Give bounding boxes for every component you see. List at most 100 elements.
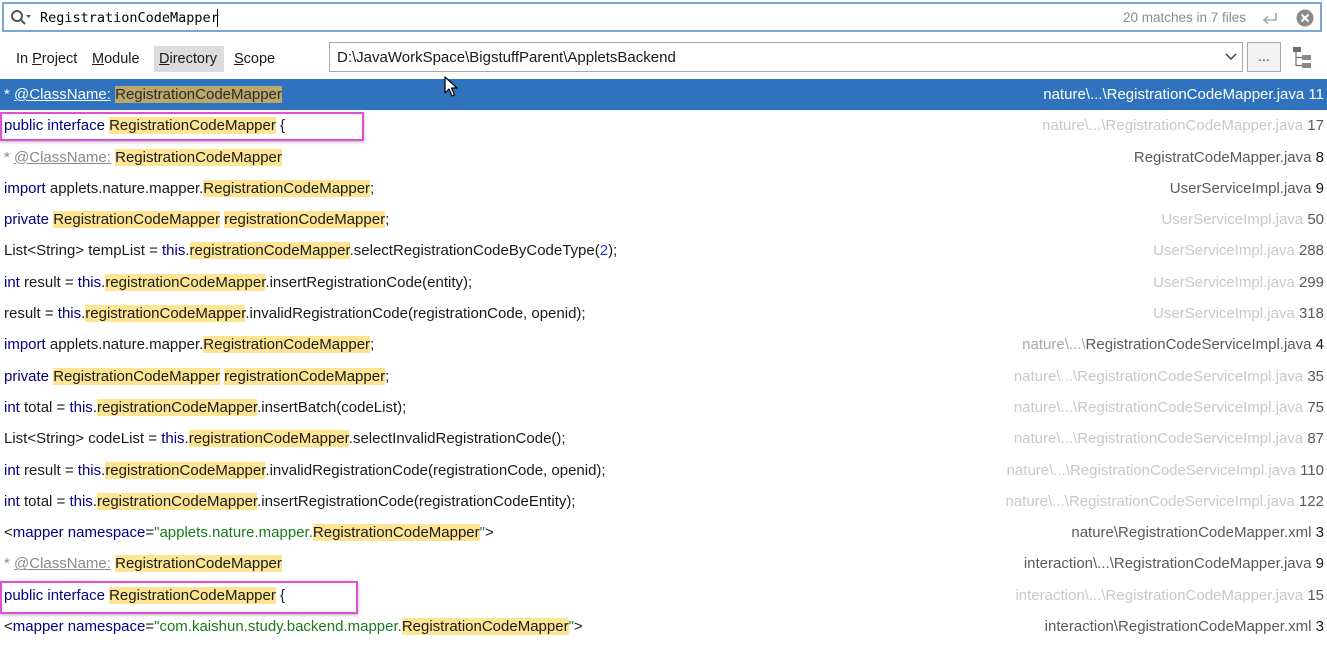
result-row[interactable]: private RegistrationCodeMapper registrat… [0, 204, 1327, 235]
location-line: 288 [1298, 242, 1324, 260]
result-row[interactable]: <mapper namespace="com.kaishun.study.bac… [0, 611, 1327, 642]
results-list: * @ClassName: RegistrationCodeMapper natu… [0, 79, 1327, 642]
code-token: ; [385, 211, 390, 229]
result-row[interactable]: int result = this.registrationCodeMapper… [0, 455, 1327, 486]
result-code: import applets.nature.mapper.Registratio… [4, 173, 374, 204]
match-highlight: registrationCodeMapper [188, 430, 349, 448]
code-token: this [77, 273, 102, 291]
tab-mnemonic: P [32, 51, 42, 67]
code-token: int [4, 492, 20, 510]
result-row[interactable]: <mapper namespace="applets.nature.mapper… [0, 517, 1327, 548]
code-token: result = [19, 461, 78, 479]
result-row[interactable]: * @ClassName: RegistrationCodeMapper natu… [0, 79, 1327, 111]
location-file: RegistrationCodeMapper.java [1105, 586, 1304, 604]
match-highlight: registrationCodeMapper [85, 305, 246, 323]
match-summary: 20 matches in 7 files [1122, 10, 1246, 25]
chevron-down-icon[interactable] [1224, 51, 1238, 63]
match-highlight: registrationCodeMapper [96, 492, 258, 510]
result-code: * @ClassName: RegistrationCodeMapper [4, 548, 282, 579]
tab-module[interactable]: Module [87, 46, 145, 72]
code-token: < [4, 524, 13, 542]
code-token: this [161, 430, 185, 448]
result-row[interactable]: import applets.nature.mapper.Registratio… [0, 173, 1327, 204]
location-line: 9 [1315, 555, 1324, 573]
location-line: 4 [1315, 336, 1324, 354]
result-row[interactable]: private RegistrationCodeMapper registrat… [0, 361, 1327, 392]
location-file: interaction\RegistrationCodeMapper.xml [1044, 618, 1312, 636]
result-code: int total = this.registrationCodeMapper.… [4, 392, 406, 423]
clear-icon[interactable] [1296, 9, 1314, 27]
code-token: namespace [67, 524, 146, 542]
code-token: ; [370, 179, 375, 197]
result-code: private RegistrationCodeMapper registrat… [4, 204, 389, 235]
location-file: RegistrationCodeMapper.java [1105, 117, 1304, 135]
match-highlight: registrationCodeMapper [189, 242, 350, 260]
code-token: .insertRegistrationCode(registrationCode… [257, 492, 576, 510]
code-token: interface [47, 117, 105, 135]
location-file: RegistrationCodeServiceImpl.java [1077, 367, 1304, 385]
code-token: * [4, 86, 15, 103]
result-row[interactable]: * @ClassName: RegistrationCodeMapper inte… [0, 548, 1327, 579]
code-token: List<String> tempList = [4, 242, 162, 260]
match-highlight: RegistrationCodeMapper [53, 367, 220, 385]
result-row[interactable]: List<String> codeList = this.registratio… [0, 423, 1327, 454]
result-row[interactable]: import applets.nature.mapper.Registratio… [0, 329, 1327, 360]
code-token: 2 [599, 242, 609, 260]
result-row[interactable]: int result = this.registrationCodeMapper… [0, 267, 1327, 298]
search-input[interactable] [40, 8, 740, 28]
result-code: private RegistrationCodeMapper registrat… [4, 361, 389, 392]
tab-label: In [16, 51, 33, 67]
result-location: interaction\...\RegistrationCodeMapper.j… [1024, 548, 1324, 579]
result-code: * @ClassName: RegistrationCodeMapper [4, 142, 282, 173]
tab-mnemonic: M [92, 51, 105, 67]
enter-icon[interactable] [1260, 10, 1280, 26]
result-location: nature\...\RegistrationCodeServiceImpl.j… [1022, 329, 1324, 360]
code-token: import [4, 336, 46, 354]
code-token: ; [370, 336, 375, 354]
browse-button[interactable]: ... [1247, 42, 1281, 72]
result-location: UserServiceImpl.java 9 [1170, 173, 1324, 204]
code-token: this [69, 492, 93, 510]
result-location: nature\...\RegistrationCodeServiceImpl.j… [1005, 486, 1324, 517]
result-row[interactable]: List<String> tempList = this.registratio… [0, 235, 1327, 266]
location-line: 110 [1300, 461, 1324, 479]
code-token: ; [385, 367, 390, 385]
tab-label: cope [243, 51, 276, 67]
code-token: this [162, 242, 186, 260]
match-highlight: RegistrationCodeMapper [53, 211, 220, 229]
tab-directory[interactable]: Directory [154, 46, 224, 72]
location-path: nature\...\ [1042, 117, 1106, 135]
search-icon[interactable] [10, 9, 32, 27]
search-bar[interactable]: 20 matches in 7 files [2, 2, 1322, 32]
location-file: interaction\...\RegistrationCodeMapper.j… [1023, 555, 1312, 573]
tab-in-project[interactable]: In Project [11, 46, 82, 72]
code-token: @ClassName: [14, 148, 111, 166]
location-line: 8 [1315, 148, 1324, 166]
code-token: "applets.nature.mapper. [154, 524, 313, 542]
match-highlight: RegistrationCodeMapper [109, 117, 276, 135]
code-token: .invalidRegistrationCode(registrationCod… [265, 461, 606, 479]
directory-combo[interactable]: D:\JavaWorkSpace\BigstuffParent\AppletsB… [329, 42, 1243, 72]
code-token: > [484, 524, 494, 542]
result-row[interactable]: result = this.registrationCodeMapper.inv… [0, 298, 1327, 329]
tree-view-icon[interactable] [1289, 44, 1315, 70]
match-highlight: RegistrationCodeMapper [203, 336, 371, 354]
code-token: int [4, 398, 20, 416]
code-token: this [77, 461, 102, 479]
match-highlight: registrationCodeMapper [105, 461, 266, 479]
result-row[interactable]: int total = this.registrationCodeMapper.… [0, 392, 1327, 423]
code-token: * [4, 555, 15, 573]
location-line: 11 [1308, 86, 1324, 103]
match-highlight: RegistrationCodeMapper [115, 86, 282, 103]
result-row[interactable]: * @ClassName: RegistrationCodeMapper Regi… [0, 142, 1327, 173]
location-path: nature\...\ [1013, 367, 1078, 385]
code-token: namespace [67, 618, 146, 636]
code-token: public [4, 586, 44, 604]
result-row[interactable]: public interface RegistrationCodeMapper … [0, 580, 1327, 611]
tab-scope[interactable]: Scope [229, 46, 280, 72]
match-highlight: RegistrationCodeMapper [203, 179, 371, 197]
result-location: nature\...\RegistrationCodeServiceImpl.j… [1007, 455, 1324, 486]
result-row[interactable]: public interface RegistrationCodeMapper … [0, 110, 1327, 141]
match-highlight: RegistrationCodeMapper [312, 524, 480, 542]
result-row[interactable]: int total = this.registrationCodeMapper.… [0, 486, 1327, 517]
